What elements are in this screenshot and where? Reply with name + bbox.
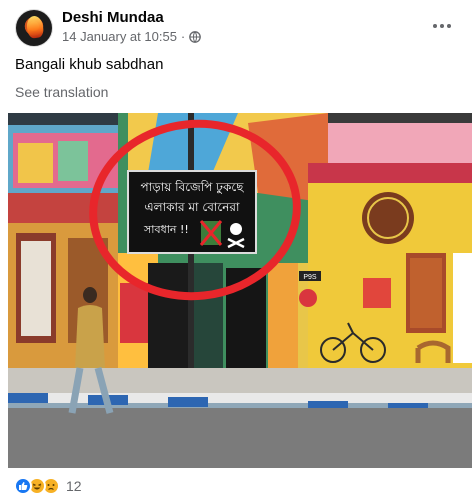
author-name[interactable]: Deshi Mundaa: [62, 9, 164, 26]
sign-line-2: এলাকার মা বোনেরা: [145, 200, 240, 214]
post-timestamp[interactable]: 14 January at 10:55: [62, 29, 177, 44]
post-photo[interactable]: P9S পাড়ায় বিজেপি ঢুকছে এলাকার মা বোনের…: [8, 113, 472, 468]
post-caption: Bangali khub sabdhan: [15, 56, 164, 73]
reaction-count[interactable]: 12: [66, 478, 82, 494]
meta-separator: ·: [180, 29, 186, 44]
like-icon: [14, 477, 32, 495]
more-horizontal-icon: [433, 24, 437, 28]
post-meta: 14 January at 10:55 ·: [62, 29, 202, 44]
globe-icon[interactable]: [189, 30, 202, 43]
sign-line-1: পাড়ায় বিজেপি ঢুকছে: [141, 180, 245, 195]
avatar-flame-icon: [25, 14, 45, 40]
reactions-summary[interactable]: 12: [14, 476, 82, 496]
wall-number: P9S: [303, 274, 317, 281]
skull-icon: [230, 223, 242, 235]
see-translation-link[interactable]: See translation: [15, 84, 108, 100]
street-mural-image: P9S পাড়ায় বিজেপি ঢুকছে এলাকার মা বোনের…: [8, 113, 472, 468]
sign-line-3: সাবধান !!: [143, 223, 189, 236]
political-sign: পাড়ায় বিজেপি ঢুকছে এলাকার মা বোনেরা সা…: [127, 170, 257, 254]
post-header: Deshi Mundaa 14 January at 10:55 ·: [0, 0, 474, 52]
more-options-button[interactable]: [430, 14, 454, 38]
author-avatar[interactable]: [15, 9, 53, 47]
